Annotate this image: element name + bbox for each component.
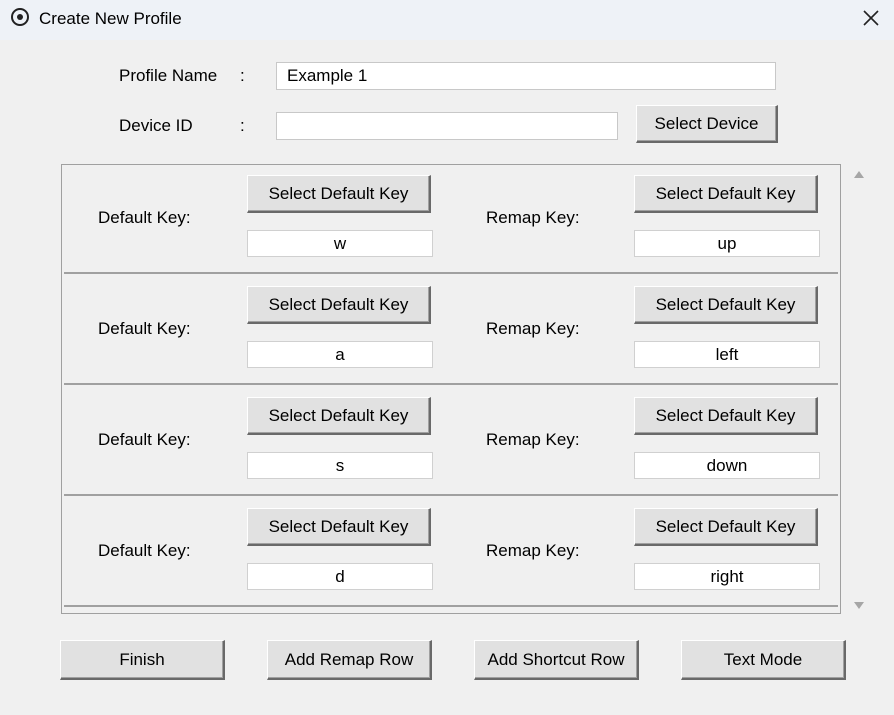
remap-row: Default Key: Select Default Key w Remap …: [64, 165, 838, 274]
close-icon: [863, 10, 879, 26]
select-remap-key-button[interactable]: Select Default Key: [634, 508, 818, 546]
select-default-key-button[interactable]: Select Default Key: [247, 286, 431, 324]
scroll-up-arrow-icon[interactable]: [852, 168, 866, 180]
remap-key-label: Remap Key:: [486, 319, 580, 338]
window-title: Create New Profile: [39, 9, 182, 28]
default-key-field[interactable]: w: [247, 230, 433, 257]
close-button[interactable]: [848, 0, 894, 36]
title-bar: Create New Profile: [0, 0, 894, 40]
scroll-down-arrow-icon[interactable]: [852, 600, 866, 612]
select-default-key-button[interactable]: Select Default Key: [247, 397, 431, 435]
remap-key-label: Remap Key:: [486, 541, 580, 560]
default-key-field[interactable]: a: [247, 341, 433, 368]
default-key-label: Default Key:: [98, 319, 191, 338]
text-mode-button[interactable]: Text Mode: [681, 640, 846, 680]
remap-row: Default Key: Select Default Key s Remap …: [64, 387, 838, 496]
remap-rows-panel: Default Key: Select Default Key w Remap …: [61, 164, 841, 614]
remap-row: Default Key: Select Default Key a Remap …: [64, 276, 838, 385]
select-remap-key-button[interactable]: Select Default Key: [634, 175, 818, 213]
select-device-button[interactable]: Select Device: [636, 105, 778, 143]
default-key-label: Default Key:: [98, 541, 191, 560]
remap-key-field[interactable]: down: [634, 452, 820, 479]
select-default-key-button[interactable]: Select Default Key: [247, 175, 431, 213]
default-key-field[interactable]: s: [247, 452, 433, 479]
profile-name-colon: :: [240, 66, 245, 85]
select-remap-key-button[interactable]: Select Default Key: [634, 286, 818, 324]
default-key-label: Default Key:: [98, 430, 191, 449]
select-default-key-button[interactable]: Select Default Key: [247, 508, 431, 546]
device-id-input[interactable]: [276, 112, 618, 140]
remap-key-field[interactable]: left: [634, 341, 820, 368]
remap-key-label: Remap Key:: [486, 430, 580, 449]
remap-key-field[interactable]: up: [634, 230, 820, 257]
profile-name-label: Profile Name: [119, 66, 218, 85]
app-circle-icon: [11, 8, 29, 26]
default-key-field[interactable]: d: [247, 563, 433, 590]
device-id-colon: :: [240, 116, 245, 135]
select-remap-key-button[interactable]: Select Default Key: [634, 397, 818, 435]
device-id-label: Device ID: [119, 116, 193, 135]
finish-button[interactable]: Finish: [60, 640, 225, 680]
profile-name-input[interactable]: Example 1: [276, 62, 776, 90]
remap-key-label: Remap Key:: [486, 208, 580, 227]
default-key-label: Default Key:: [98, 208, 191, 227]
add-remap-row-button[interactable]: Add Remap Row: [267, 640, 432, 680]
remap-row: Default Key: Select Default Key d Remap …: [64, 498, 838, 607]
add-shortcut-row-button[interactable]: Add Shortcut Row: [474, 640, 639, 680]
remap-key-field[interactable]: right: [634, 563, 820, 590]
